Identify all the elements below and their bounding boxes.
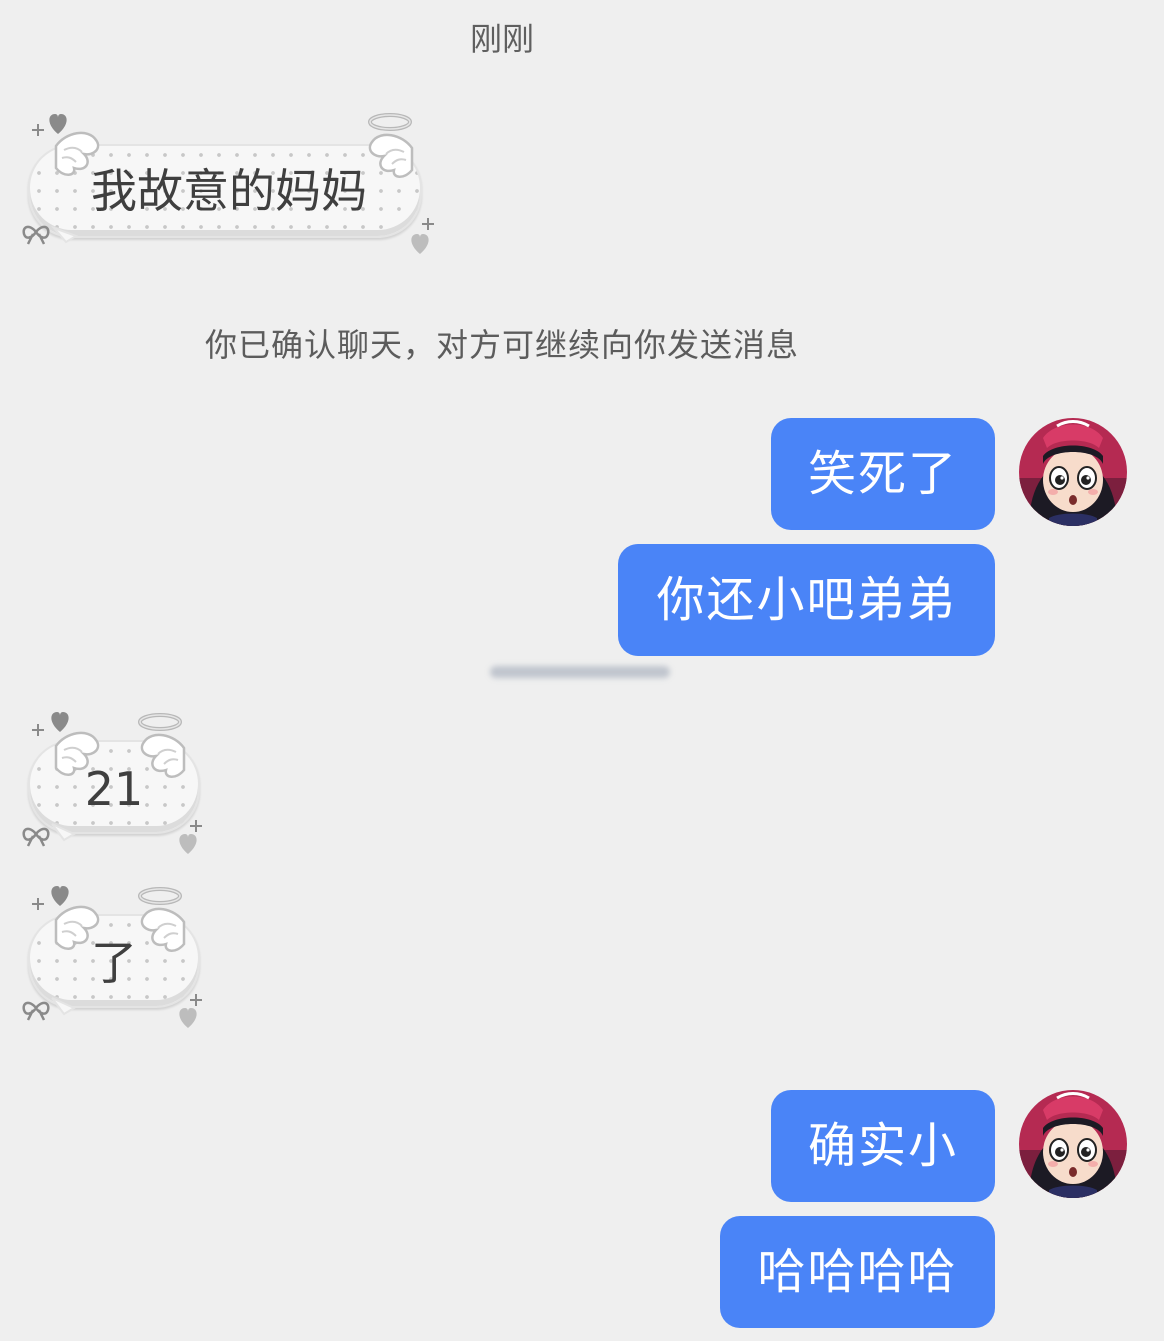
message-text: 我故意的妈妈 [91,164,367,218]
halo-icon [138,713,182,731]
incoming-message-bubble[interactable]: 我故意的妈妈 [14,108,444,258]
sparkle-icon [421,217,435,231]
halo-icon [368,113,412,131]
sparkle-icon [31,723,45,737]
heart-icon [411,234,429,254]
message-text: 笑死了 [807,446,958,502]
avatar[interactable] [1019,418,1127,526]
outgoing-message-bubble[interactable]: 笑死了 [771,418,995,530]
incoming-message-bubble[interactable]: 21 [14,706,214,856]
bow-icon [22,827,50,848]
blurred-status-mark [490,666,670,678]
message-text: 你还小吧弟弟 [656,572,957,628]
sparkle-icon [189,819,203,833]
outgoing-message-bubble[interactable]: 哈哈哈哈 [720,1216,995,1328]
message-text: 了 [91,936,137,990]
sparkle-icon [189,993,203,1007]
bow-icon [22,225,50,246]
timestamp: 刚刚 [469,20,534,58]
outgoing-message-bubble[interactable]: 确实小 [771,1090,995,1202]
bow-icon [22,1001,50,1022]
heart-icon [49,114,67,134]
heart-icon [51,886,69,906]
heart-icon [179,834,197,854]
sparkle-icon [31,123,45,137]
halo-icon [138,887,182,905]
chat-confirmed-notice: 你已确认聊天，对方可继续向你发送消息 [204,326,799,364]
heart-icon [51,712,69,732]
incoming-message-bubble[interactable]: 了 [14,880,214,1030]
message-text: 21 [84,762,144,816]
heart-icon [179,1008,197,1028]
message-text: 哈哈哈哈 [757,1244,958,1300]
outgoing-message-bubble[interactable]: 你还小吧弟弟 [618,544,995,656]
message-text: 确实小 [807,1118,958,1174]
sparkle-icon [31,897,45,911]
avatar[interactable] [1019,1090,1127,1198]
